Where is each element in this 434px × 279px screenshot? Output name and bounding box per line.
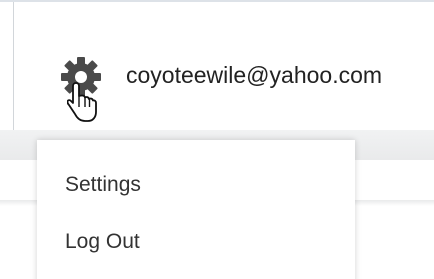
menu-item-settings[interactable]: Settings	[65, 173, 141, 197]
account-email[interactable]: coyoteewile@yahoo.com	[126, 62, 382, 89]
account-dropdown-menu: Settings Log Out	[37, 140, 355, 279]
screenshot-stage: coyoteewile@yahoo.com Settings Log Out	[0, 0, 434, 279]
menu-item-log-out[interactable]: Log Out	[65, 230, 140, 254]
hand-pointer-cursor-icon	[67, 82, 97, 122]
